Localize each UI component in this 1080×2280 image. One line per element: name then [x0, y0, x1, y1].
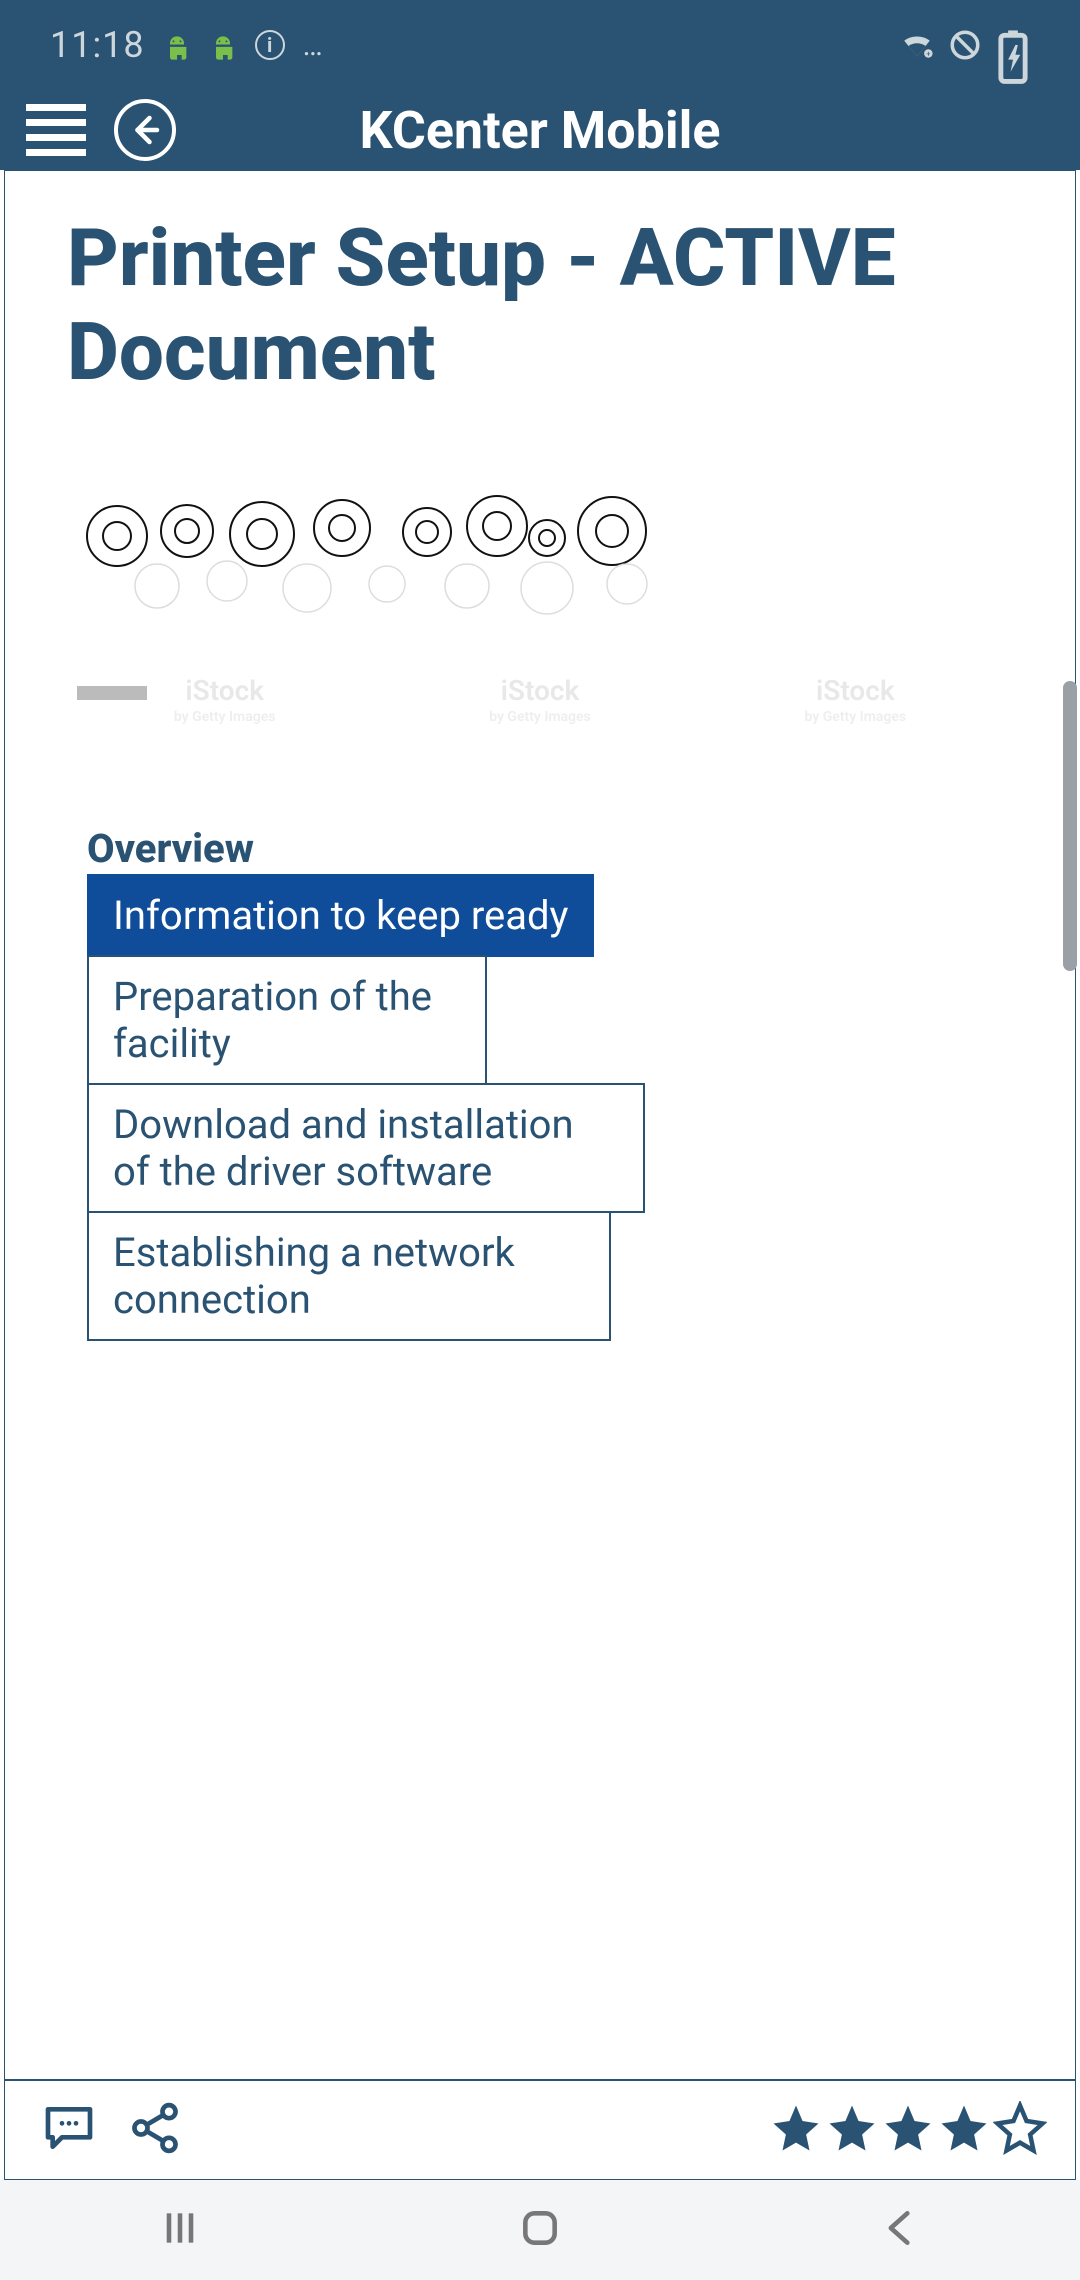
tab-preparation-of-the-facility[interactable]: Preparation of the facility [87, 955, 487, 1085]
overview-tabs: Information to keep ready Preparation of… [67, 876, 1013, 1341]
watermark-sub: by Getty Images [805, 709, 907, 725]
more-icon: … [303, 28, 327, 63]
watermark-text: iStock [185, 674, 264, 707]
tab-label: Preparation of the facility [113, 973, 432, 1067]
tab-label: Information to keep ready [113, 892, 568, 939]
watermark-text: iStock [501, 674, 580, 707]
system-nav-bar [0, 2180, 1080, 2280]
star-icon[interactable] [937, 2101, 991, 2159]
tab-information-to-keep-ready[interactable]: Information to keep ready [87, 874, 594, 957]
sys-back-button[interactable] [878, 2206, 922, 2254]
action-bar [5, 2079, 1075, 2179]
document-title: Printer Setup - ACTIVE Document [67, 211, 1013, 400]
watermark-text: iStock [816, 674, 895, 707]
hero-image [67, 446, 667, 646]
star-icon[interactable] [769, 2101, 823, 2159]
intro-text: Have the following ready: [67, 1341, 1013, 1384]
status-bar: 11:18 i … + [0, 0, 1080, 90]
tab-establishing-network-connection[interactable]: Establishing a network connection [87, 1211, 611, 1341]
do-not-disturb-icon [948, 28, 982, 62]
app-header: KCenter Mobile [0, 90, 1080, 170]
watermark-row: iStock by Getty Images iStock by Getty Ima… [67, 674, 1013, 725]
document-scroll-area[interactable]: Printer Setup - ACTIVE Document [5, 171, 1075, 1384]
comment-button[interactable] [41, 2100, 97, 2160]
watermark-id-bar [77, 686, 147, 700]
android-icon [209, 30, 237, 60]
battery-charging-icon [996, 28, 1030, 62]
scrollbar-thumb[interactable] [1063, 681, 1077, 971]
star-outline-icon[interactable] [993, 2101, 1047, 2159]
star-icon[interactable] [881, 2101, 935, 2159]
tab-label: Establishing a network connection [113, 1229, 515, 1323]
android-icon [163, 30, 191, 60]
content-frame: Printer Setup - ACTIVE Document [4, 170, 1076, 2180]
home-button[interactable] [518, 2206, 562, 2254]
watermark-sub: by Getty Images [174, 709, 276, 725]
rating-stars[interactable] [769, 2101, 1047, 2159]
app-title: KCenter Mobile [360, 100, 721, 161]
status-time: 11:18 [50, 24, 145, 66]
overview-heading: Overview [67, 825, 1013, 872]
svg-text:+: + [926, 49, 930, 58]
status-left: 11:18 i … [50, 24, 327, 66]
star-icon[interactable] [825, 2101, 879, 2159]
recent-apps-button[interactable] [158, 2206, 202, 2254]
tab-download-installation-driver[interactable]: Download and installation of the driver … [87, 1083, 645, 1213]
wifi-icon: + [900, 28, 934, 62]
hamburger-menu-button[interactable] [26, 104, 86, 156]
info-icon: i [255, 30, 285, 60]
back-button[interactable] [114, 99, 176, 161]
share-button[interactable] [127, 2100, 183, 2160]
status-right: + [900, 28, 1030, 62]
watermark-sub: by Getty Images [489, 709, 591, 725]
tab-label: Download and installation of the driver … [113, 1101, 574, 1195]
